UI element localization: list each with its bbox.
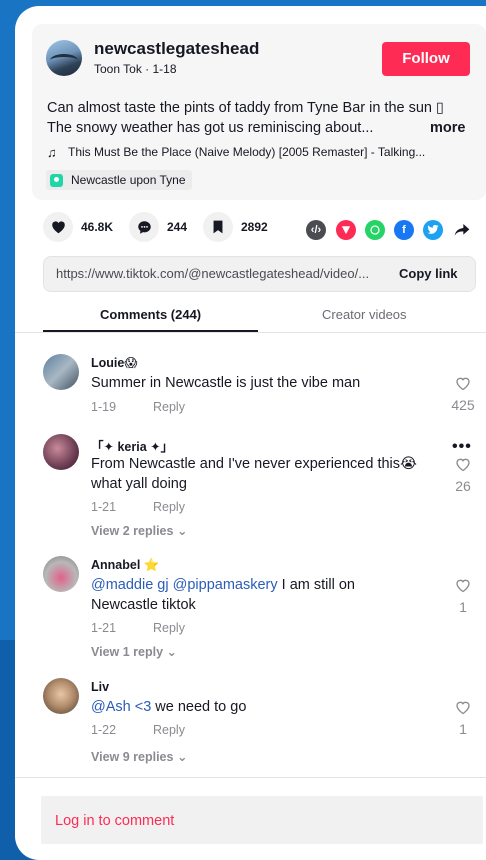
tab-comments[interactable]: Comments (244) [100, 307, 201, 322]
comment-author[interactable]: Annabel ⭐ [91, 558, 159, 573]
comment-like-count: 425 [451, 397, 475, 413]
creator-username[interactable]: newcastlegateshead [94, 39, 259, 59]
facebook-icon[interactable]: f [394, 220, 414, 240]
reply-button[interactable]: Reply [153, 621, 185, 635]
comment-author-name: Louie [91, 356, 125, 370]
reply-button[interactable]: Reply [153, 400, 185, 414]
heart-icon [43, 212, 73, 242]
comment-mention[interactable]: @Ash <3 [91, 699, 151, 715]
location-pin-icon [50, 173, 63, 187]
avatar[interactable] [43, 556, 79, 592]
comment-like[interactable]: 1 [448, 578, 478, 615]
login-to-comment-link[interactable]: Log in to comment [55, 813, 174, 829]
view-replies-label: View 2 replies [91, 524, 174, 538]
comment-text: @Ash <3 we need to go [91, 697, 431, 717]
comment-date: 1-22 [91, 723, 117, 737]
comment-author[interactable]: Liv [91, 680, 109, 694]
avatar[interactable] [43, 434, 79, 470]
view-replies-label: View 9 replies [91, 750, 174, 764]
view-replies-label: View 1 reply [91, 645, 164, 659]
comment-text-rest: I am still on [277, 577, 355, 593]
send-to-friends-icon[interactable] [336, 220, 356, 240]
comment-date: 1-21 [91, 500, 117, 514]
post-info-card: newcastlegateshead Toon Tok · 1-18 Follo… [32, 24, 486, 200]
location-tag[interactable]: Newcastle upon Tyne [46, 170, 192, 190]
comment-text: @maddie gj @pippamaskery I am still on [91, 575, 431, 595]
follow-button[interactable]: Follow [382, 42, 470, 76]
comment-text-line2: what yall doing [91, 476, 187, 492]
heart-outline-icon [456, 701, 470, 715]
heart-outline-icon [456, 579, 470, 593]
share-link-bar: https://www.tiktok.com/@newcastlegateshe… [43, 256, 476, 292]
comment-like-count: 1 [459, 721, 467, 737]
save-count: 2892 [241, 220, 268, 234]
heart-outline-icon [456, 458, 470, 472]
view-replies-button[interactable]: View 2 replies ⌄ [91, 523, 187, 538]
comment-bubble-icon [129, 212, 159, 242]
comment-text-line2: Newcastle tiktok [91, 597, 196, 613]
twitter-icon[interactable] [423, 220, 443, 240]
comment-like[interactable]: 425 [448, 376, 478, 413]
post-description-line2: The snowy weather has got us reminiscing… [47, 120, 374, 136]
more-button[interactable]: more [430, 118, 465, 138]
comment-count: 244 [167, 220, 188, 234]
share-arrow-icon[interactable] [452, 220, 472, 240]
embed-icon[interactable]: ‹/› [306, 220, 326, 240]
copy-link-button[interactable]: Copy link [399, 266, 458, 281]
comment-author-emoji: ⭐ [143, 558, 160, 572]
comment-mention[interactable]: @maddie gj @pippamaskery [91, 577, 278, 593]
reply-button[interactable]: Reply [153, 500, 185, 514]
chevron-down-icon: ⌄ [166, 645, 178, 659]
more-options-icon[interactable]: ••• [452, 438, 472, 456]
whatsapp-icon[interactable] [365, 220, 385, 240]
comment-text-rest: we need to go [151, 699, 247, 715]
music-title[interactable]: This Must Be the Place (Naive Melody) [2… [68, 145, 425, 159]
comment-like-count: 1 [459, 599, 467, 615]
comment-stat[interactable]: 244 [129, 212, 187, 242]
post-description: Can almost taste the pints of taddy from… [47, 100, 445, 116]
save-stat[interactable]: 2892 [203, 212, 268, 242]
comment-date: 1-19 [91, 400, 117, 414]
chevron-down-icon: ⌄ [176, 524, 188, 538]
creator-subline: Toon Tok · 1-18 [94, 62, 177, 76]
view-replies-button[interactable]: View 1 reply ⌄ [91, 644, 177, 659]
chevron-down-icon: ⌄ [176, 750, 188, 764]
avatar[interactable] [43, 354, 79, 390]
video-detail-panel: newcastlegateshead Toon Tok · 1-18 Follo… [15, 6, 486, 860]
like-count: 46.8K [81, 220, 114, 234]
comment-text: Summer in Newcastle is just the vibe man [91, 375, 361, 391]
location-label: Newcastle upon Tyne [71, 173, 186, 187]
comment-date: 1-21 [91, 621, 117, 635]
footer-divider [15, 777, 486, 778]
comment-author-name: Annabel [91, 558, 141, 572]
creator-avatar[interactable] [46, 40, 82, 76]
comment-like-count: 26 [455, 478, 471, 494]
comment-like[interactable]: 1 [448, 700, 478, 737]
reply-button[interactable]: Reply [153, 723, 185, 737]
heart-outline-icon [456, 377, 470, 391]
view-replies-button[interactable]: View 9 replies ⌄ [91, 749, 187, 764]
comment-text: From Newcastle and I've never experience… [91, 456, 417, 472]
avatar[interactable] [43, 678, 79, 714]
bookmark-icon [203, 212, 233, 242]
music-note-icon: ♫ [47, 145, 57, 160]
tab-creator-videos[interactable]: Creator videos [322, 307, 407, 322]
login-to-comment-bar[interactable]: Log in to comment [41, 796, 483, 844]
tab-divider [15, 332, 486, 333]
like-stat[interactable]: 46.8K [43, 212, 113, 242]
comment-like[interactable]: 26 [448, 457, 478, 494]
comment-author-emoji: 😱 [124, 356, 138, 370]
video-link-text[interactable]: https://www.tiktok.com/@newcastlegateshe… [56, 266, 386, 281]
comment-author[interactable]: Louie😱 [91, 355, 137, 370]
comment-author[interactable]: 「✦ keria ✦」 [91, 436, 173, 455]
